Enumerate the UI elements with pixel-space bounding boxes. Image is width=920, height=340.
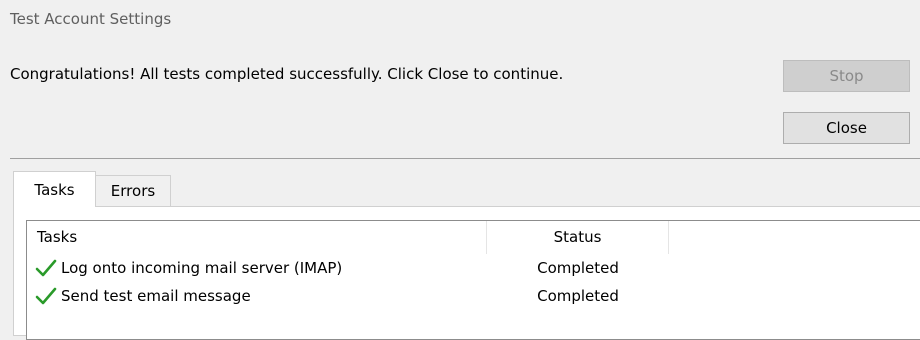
task-cell: Log onto incoming mail server (IMAP) (35, 254, 342, 282)
check-icon (35, 259, 57, 277)
check-icon (35, 287, 57, 305)
tabs-area: Tasks Errors Tasks Status Log onto incom… (0, 158, 920, 340)
close-button[interactable]: Close (783, 112, 910, 144)
list-header: Tasks Status (27, 221, 920, 254)
table-row: Log onto incoming mail server (IMAP) Com… (27, 254, 920, 282)
table-row: Send test email message Completed (27, 282, 920, 310)
status-message: Congratulations! All tests completed suc… (10, 65, 564, 83)
tab-panel: Tasks Status Log onto incoming mail serv… (13, 206, 920, 340)
status-cell: Completed (537, 259, 619, 277)
tab-tasks[interactable]: Tasks (13, 171, 96, 207)
stop-button[interactable]: Stop (783, 60, 910, 92)
window-title: Test Account Settings (10, 10, 172, 28)
task-cell: Send test email message (35, 282, 251, 310)
task-label: Log onto incoming mail server (IMAP) (61, 259, 343, 277)
status-cell: Completed (537, 287, 619, 305)
task-label: Send test email message (61, 287, 251, 305)
top-panel: Congratulations! All tests completed suc… (0, 44, 920, 158)
column-header-status[interactable]: Status (487, 221, 669, 254)
tab-errors[interactable]: Errors (95, 175, 171, 206)
tasks-list: Tasks Status Log onto incoming mail serv… (26, 220, 920, 340)
column-header-tasks[interactable]: Tasks (27, 221, 487, 254)
